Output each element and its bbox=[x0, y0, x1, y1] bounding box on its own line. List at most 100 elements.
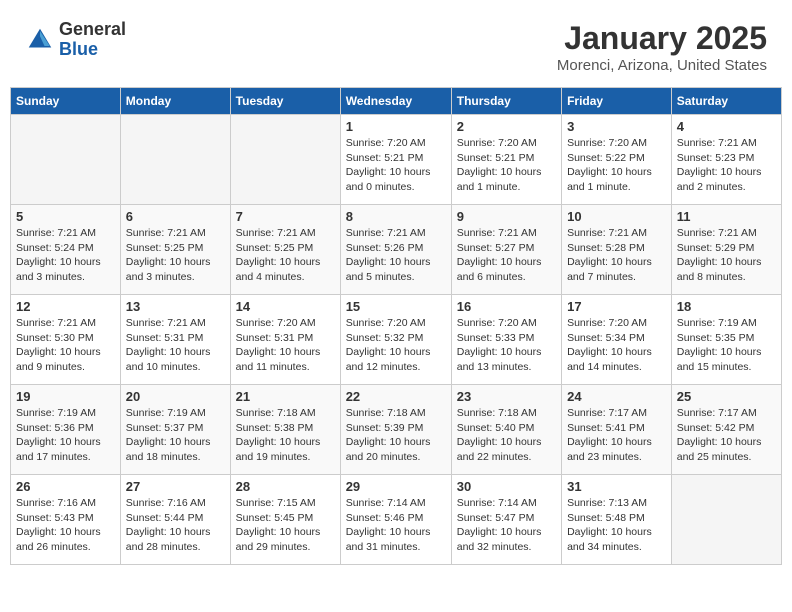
calendar-cell: 8 Sunrise: 7:21 AMSunset: 5:26 PMDaylight… bbox=[340, 205, 451, 295]
day-info: Sunrise: 7:14 AMSunset: 5:47 PMDaylight:… bbox=[457, 496, 556, 555]
calendar-cell: 18 Sunrise: 7:19 AMSunset: 5:35 PMDayligh… bbox=[671, 295, 781, 385]
day-number: 6 bbox=[126, 209, 225, 224]
day-info: Sunrise: 7:18 AMSunset: 5:38 PMDaylight:… bbox=[236, 406, 335, 465]
calendar-cell: 24 Sunrise: 7:17 AMSunset: 5:41 PMDayligh… bbox=[562, 385, 672, 475]
day-info: Sunrise: 7:19 AMSunset: 5:35 PMDaylight:… bbox=[677, 316, 776, 375]
day-info: Sunrise: 7:16 AMSunset: 5:44 PMDaylight:… bbox=[126, 496, 225, 555]
day-info: Sunrise: 7:21 AMSunset: 5:29 PMDaylight:… bbox=[677, 226, 776, 285]
day-number: 7 bbox=[236, 209, 335, 224]
day-info: Sunrise: 7:21 AMSunset: 5:31 PMDaylight:… bbox=[126, 316, 225, 375]
day-number: 30 bbox=[457, 479, 556, 494]
day-number: 11 bbox=[677, 209, 776, 224]
day-number: 8 bbox=[346, 209, 446, 224]
calendar-cell: 31Sunrise: 7:13 AMSunset: 5:48 PMDayligh… bbox=[562, 475, 672, 565]
day-number: 17 bbox=[567, 299, 666, 314]
day-number: 16 bbox=[457, 299, 556, 314]
calendar-cell: 20 Sunrise: 7:19 AMSunset: 5:37 PMDayligh… bbox=[120, 385, 230, 475]
day-number: 1 bbox=[346, 119, 446, 134]
calendar-table: Sunday Monday Tuesday Wednesday Thursday… bbox=[10, 87, 782, 565]
day-info: Sunrise: 7:15 AMSunset: 5:45 PMDaylight:… bbox=[236, 496, 335, 555]
calendar-cell: 12Sunrise: 7:21 AMSunset: 5:30 PMDayligh… bbox=[11, 295, 121, 385]
day-number: 20 bbox=[126, 389, 225, 404]
calendar-cell: 11 Sunrise: 7:21 AMSunset: 5:29 PMDayligh… bbox=[671, 205, 781, 295]
calendar-cell: 30 Sunrise: 7:14 AMSunset: 5:47 PMDayligh… bbox=[451, 475, 561, 565]
day-info: Sunrise: 7:13 AMSunset: 5:48 PMDaylight:… bbox=[567, 496, 666, 555]
day-number: 22 bbox=[346, 389, 446, 404]
logo-general-text: General bbox=[59, 20, 126, 40]
day-info: Sunrise: 7:20 AMSunset: 5:34 PMDaylight:… bbox=[567, 316, 666, 375]
header-thursday: Thursday bbox=[451, 88, 561, 115]
calendar-cell: 17 Sunrise: 7:20 AMSunset: 5:34 PMDayligh… bbox=[562, 295, 672, 385]
day-number: 10 bbox=[567, 209, 666, 224]
day-info: Sunrise: 7:20 AMSunset: 5:21 PMDaylight:… bbox=[457, 136, 556, 195]
page-header: General Blue January 2025 Morenci, Arizo… bbox=[10, 10, 782, 79]
day-info: Sunrise: 7:17 AMSunset: 5:41 PMDaylight:… bbox=[567, 406, 666, 465]
day-info: Sunrise: 7:17 AMSunset: 5:42 PMDaylight:… bbox=[677, 406, 776, 465]
day-number: 13 bbox=[126, 299, 225, 314]
calendar-cell: 9 Sunrise: 7:21 AMSunset: 5:27 PMDaylight… bbox=[451, 205, 561, 295]
day-info: Sunrise: 7:16 AMSunset: 5:43 PMDaylight:… bbox=[16, 496, 115, 555]
day-info: Sunrise: 7:21 AMSunset: 5:25 PMDaylight:… bbox=[236, 226, 335, 285]
calendar-cell: 21 Sunrise: 7:18 AMSunset: 5:38 PMDayligh… bbox=[230, 385, 340, 475]
logo: General Blue bbox=[25, 20, 126, 60]
day-info: Sunrise: 7:20 AMSunset: 5:21 PMDaylight:… bbox=[346, 136, 446, 195]
calendar-cell: 7 Sunrise: 7:21 AMSunset: 5:25 PMDaylight… bbox=[230, 205, 340, 295]
day-info: Sunrise: 7:21 AMSunset: 5:26 PMDaylight:… bbox=[346, 226, 446, 285]
calendar-cell: 1 Sunrise: 7:20 AMSunset: 5:21 PMDaylight… bbox=[340, 115, 451, 205]
calendar-week-row: 1 Sunrise: 7:20 AMSunset: 5:21 PMDaylight… bbox=[11, 115, 782, 205]
header-monday: Monday bbox=[120, 88, 230, 115]
calendar-cell: 25 Sunrise: 7:17 AMSunset: 5:42 PMDayligh… bbox=[671, 385, 781, 475]
calendar-cell: 14Sunrise: 7:20 AMSunset: 5:31 PMDayligh… bbox=[230, 295, 340, 385]
day-info: Sunrise: 7:21 AMSunset: 5:27 PMDaylight:… bbox=[457, 226, 556, 285]
calendar-cell: 3 Sunrise: 7:20 AMSunset: 5:22 PMDaylight… bbox=[562, 115, 672, 205]
day-number: 3 bbox=[567, 119, 666, 134]
calendar-cell: 16 Sunrise: 7:20 AMSunset: 5:33 PMDayligh… bbox=[451, 295, 561, 385]
calendar-week-row: 12Sunrise: 7:21 AMSunset: 5:30 PMDayligh… bbox=[11, 295, 782, 385]
calendar-cell: 26Sunrise: 7:16 AMSunset: 5:43 PMDayligh… bbox=[11, 475, 121, 565]
day-number: 24 bbox=[567, 389, 666, 404]
header-friday: Friday bbox=[562, 88, 672, 115]
header-wednesday: Wednesday bbox=[340, 88, 451, 115]
month-title: January 2025 bbox=[557, 20, 767, 57]
header-tuesday: Tuesday bbox=[230, 88, 340, 115]
day-number: 29 bbox=[346, 479, 446, 494]
day-number: 21 bbox=[236, 389, 335, 404]
logo-icon bbox=[25, 25, 55, 55]
calendar-cell bbox=[11, 115, 121, 205]
calendar-cell: 10 Sunrise: 7:21 AMSunset: 5:28 PMDayligh… bbox=[562, 205, 672, 295]
calendar-cell: 23 Sunrise: 7:18 AMSunset: 5:40 PMDayligh… bbox=[451, 385, 561, 475]
calendar-cell: 22 Sunrise: 7:18 AMSunset: 5:39 PMDayligh… bbox=[340, 385, 451, 475]
day-number: 5 bbox=[16, 209, 115, 224]
logo-blue-text: Blue bbox=[59, 40, 126, 60]
calendar-cell: 28Sunrise: 7:15 AMSunset: 5:45 PMDayligh… bbox=[230, 475, 340, 565]
day-number: 25 bbox=[677, 389, 776, 404]
day-info: Sunrise: 7:20 AMSunset: 5:31 PMDaylight:… bbox=[236, 316, 335, 375]
day-info: Sunrise: 7:21 AMSunset: 5:25 PMDaylight:… bbox=[126, 226, 225, 285]
day-number: 19 bbox=[16, 389, 115, 404]
day-info: Sunrise: 7:20 AMSunset: 5:33 PMDaylight:… bbox=[457, 316, 556, 375]
day-number: 23 bbox=[457, 389, 556, 404]
day-info: Sunrise: 7:21 AMSunset: 5:28 PMDaylight:… bbox=[567, 226, 666, 285]
day-info: Sunrise: 7:21 AMSunset: 5:23 PMDaylight:… bbox=[677, 136, 776, 195]
day-info: Sunrise: 7:19 AMSunset: 5:37 PMDaylight:… bbox=[126, 406, 225, 465]
calendar-cell: 13 Sunrise: 7:21 AMSunset: 5:31 PMDayligh… bbox=[120, 295, 230, 385]
location-text: Morenci, Arizona, United States bbox=[557, 57, 767, 74]
day-info: Sunrise: 7:18 AMSunset: 5:40 PMDaylight:… bbox=[457, 406, 556, 465]
calendar-cell bbox=[120, 115, 230, 205]
day-info: Sunrise: 7:21 AMSunset: 5:30 PMDaylight:… bbox=[16, 316, 115, 375]
day-number: 27 bbox=[126, 479, 225, 494]
day-info: Sunrise: 7:20 AMSunset: 5:22 PMDaylight:… bbox=[567, 136, 666, 195]
calendar-header-row: Sunday Monday Tuesday Wednesday Thursday… bbox=[11, 88, 782, 115]
day-number: 18 bbox=[677, 299, 776, 314]
calendar-cell: 2Sunrise: 7:20 AMSunset: 5:21 PMDaylight… bbox=[451, 115, 561, 205]
calendar-cell: 5 Sunrise: 7:21 AMSunset: 5:24 PMDaylight… bbox=[11, 205, 121, 295]
day-info: Sunrise: 7:18 AMSunset: 5:39 PMDaylight:… bbox=[346, 406, 446, 465]
day-number: 9 bbox=[457, 209, 556, 224]
header-saturday: Saturday bbox=[671, 88, 781, 115]
calendar-cell bbox=[671, 475, 781, 565]
calendar-cell bbox=[230, 115, 340, 205]
calendar-cell: 29Sunrise: 7:14 AMSunset: 5:46 PMDayligh… bbox=[340, 475, 451, 565]
day-number: 15 bbox=[346, 299, 446, 314]
day-info: Sunrise: 7:21 AMSunset: 5:24 PMDaylight:… bbox=[16, 226, 115, 285]
header-sunday: Sunday bbox=[11, 88, 121, 115]
